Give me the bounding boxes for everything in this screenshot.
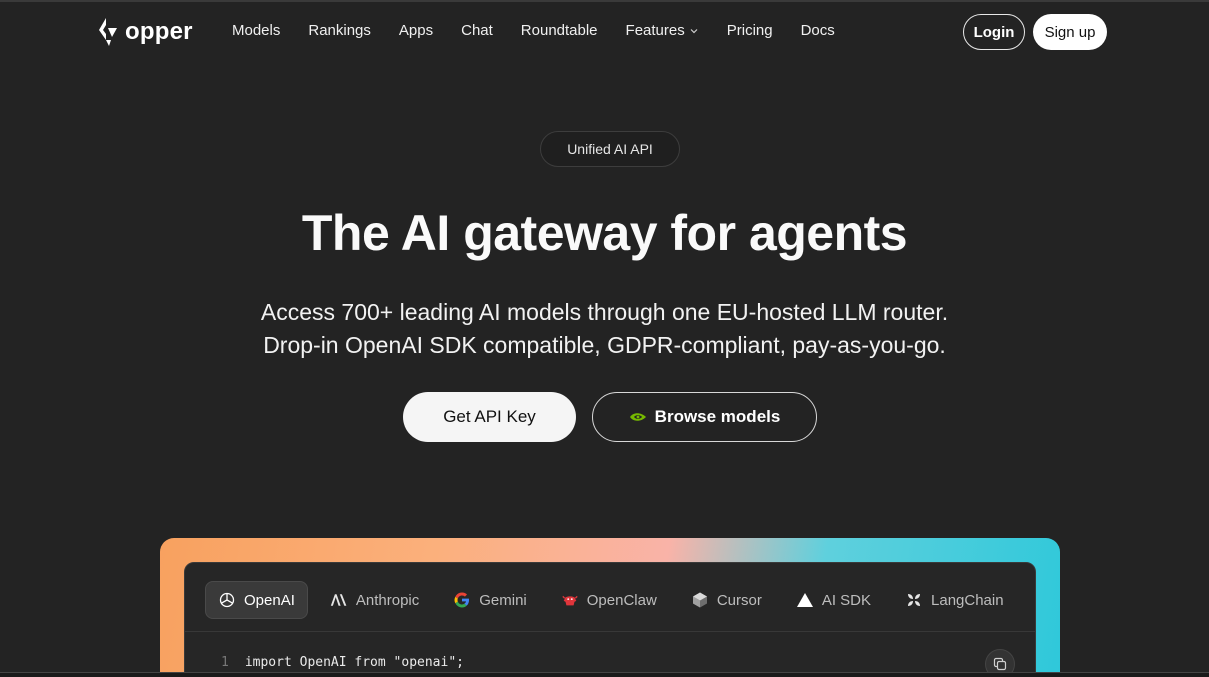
logo[interactable]: opper (97, 16, 193, 48)
openai-icon (219, 592, 235, 608)
logo-text: opper (125, 18, 193, 45)
tab-ai-sdk[interactable]: AI SDK (784, 581, 883, 619)
page: opper Models Rankings Apps Chat Roundtab… (0, 0, 1209, 677)
get-api-key-button[interactable]: Get API Key (403, 392, 576, 442)
hero-subtitle-line-1: Access 700+ leading AI models through on… (260, 299, 949, 325)
google-icon (454, 592, 470, 608)
tab-ai-sdk-label: AI SDK (821, 591, 872, 609)
tab-anthropic-label: Anthropic (355, 591, 420, 609)
sdk-tabs: OpenAI Anthropic Gemini OpenClaw Cursor … (205, 581, 1026, 619)
code-line: 1 import OpenAI from "openai"; (221, 655, 464, 670)
nav-link-chat[interactable]: Chat (461, 22, 493, 39)
nav-link-rankings[interactable]: Rankings (308, 22, 371, 39)
signup-button[interactable]: Sign up (1033, 14, 1107, 50)
tab-openclaw[interactable]: OpenClaw (549, 581, 669, 619)
nav-link-apps[interactable]: Apps (399, 22, 433, 39)
browse-models-label: Browse models (654, 407, 781, 426)
langchain-icon (908, 594, 921, 606)
tab-openai[interactable]: OpenAI (205, 581, 308, 619)
hero-subtitle: Access 700+ leading AI models through on… (0, 296, 1209, 362)
tab-gemini[interactable]: Gemini (441, 581, 539, 619)
tab-langchain-label: LangChain (931, 591, 1004, 609)
code-panel: OpenAI Anthropic Gemini OpenClaw Cursor … (184, 562, 1036, 677)
hero-title: The AI gateway for agents (301, 205, 908, 261)
nav-link-features-label: Features (625, 22, 685, 39)
hero-badge: Unified AI API (540, 131, 680, 167)
hero-subtitle-line-2: Drop-in OpenAI SDK compatible, GDPR-comp… (263, 332, 946, 358)
nvidia-icon (629, 413, 646, 421)
tab-openai-label: OpenAI (244, 591, 295, 609)
top-navigation: opper Models Rankings Apps Chat Roundtab… (0, 0, 1209, 64)
browse-models-button[interactable]: Browse models (592, 392, 817, 442)
triangle-icon (796, 593, 813, 607)
tab-openclaw-label: OpenClaw (586, 591, 657, 609)
openclaw-icon (562, 595, 578, 606)
tab-cursor-label: Cursor (716, 591, 762, 609)
nav-link-pricing[interactable]: Pricing (727, 22, 773, 39)
tab-anthropic[interactable]: Anthropic (318, 581, 431, 619)
code-text: import OpenAI from "openai"; (244, 655, 464, 670)
opper-logo-icon (99, 18, 117, 46)
tab-cursor[interactable]: Cursor (679, 581, 774, 619)
nav-links: Models Rankings Apps Chat Roundtable Fea… (232, 22, 863, 39)
nav-link-models[interactable]: Models (232, 22, 280, 39)
copy-icon (993, 657, 1007, 671)
tabs-divider (185, 631, 1035, 632)
anthropic-icon (330, 594, 347, 606)
tab-gemini-label: Gemini (479, 591, 527, 609)
cursor-icon (692, 592, 707, 608)
window-bottom-border (0, 672, 1209, 677)
nav-link-roundtable[interactable]: Roundtable (521, 22, 598, 39)
nav-link-features[interactable]: Features (626, 22, 699, 39)
tab-langchain[interactable]: LangChain (893, 581, 1016, 619)
login-button[interactable]: Login (963, 14, 1025, 50)
line-number: 1 (221, 655, 229, 670)
chevron-down-icon (690, 28, 698, 33)
nav-link-docs[interactable]: Docs (801, 22, 835, 39)
